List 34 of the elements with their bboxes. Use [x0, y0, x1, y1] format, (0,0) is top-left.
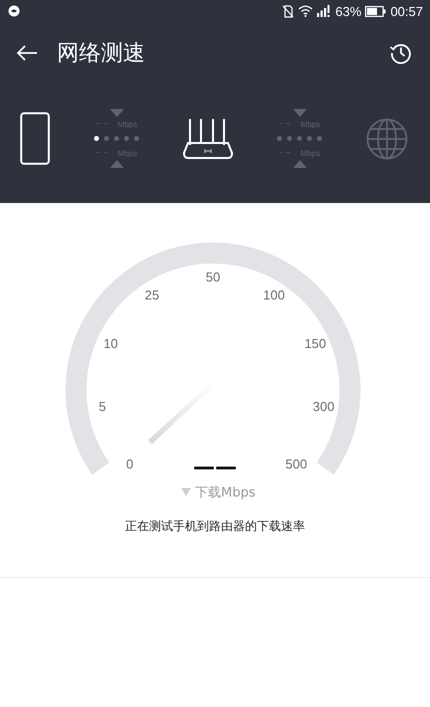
download-arrow-icon [110, 109, 124, 117]
status-time: 00:57 [390, 4, 423, 18]
app-notification-icon [8, 5, 20, 17]
gauge-label: 10 [103, 336, 118, 351]
gauge-label: 50 [206, 269, 220, 284]
gauge-label: 0 [126, 456, 134, 472]
wifi-icon [298, 5, 314, 17]
gauge-label: 500 [285, 456, 308, 472]
gauge-label: 5 [98, 398, 106, 414]
router-icon [183, 118, 233, 160]
upload-arrow-icon [110, 160, 124, 168]
gauge-label: 150 [304, 336, 326, 351]
download-arrow-icon [181, 488, 191, 496]
upload-speed: – – [278, 148, 291, 158]
speed-unit: 下载Mbps [195, 486, 256, 501]
globe-icon [366, 118, 408, 160]
gauge-label: 25 [144, 288, 160, 302]
page-title: 网络测速 [57, 40, 145, 68]
signal-icon [317, 5, 332, 17]
download-arrow-icon [292, 109, 306, 117]
gauge-label: 300 [312, 398, 334, 414]
upload-arrow-icon [292, 160, 306, 168]
phone-icon [20, 112, 50, 165]
download-speed: – – [278, 119, 291, 129]
battery-icon [365, 6, 386, 16]
battery-percent: 63% [335, 4, 362, 18]
no-sim-icon [282, 4, 294, 18]
speed-reading: —— [193, 455, 237, 480]
download-speed: – – [96, 119, 108, 129]
gauge-label: 100 [263, 288, 285, 302]
history-button[interactable] [389, 41, 413, 65]
back-button[interactable] [16, 44, 38, 62]
upload-speed: – – [96, 148, 108, 158]
test-caption: 正在测试手机到路由器的下载速率 [125, 518, 305, 535]
